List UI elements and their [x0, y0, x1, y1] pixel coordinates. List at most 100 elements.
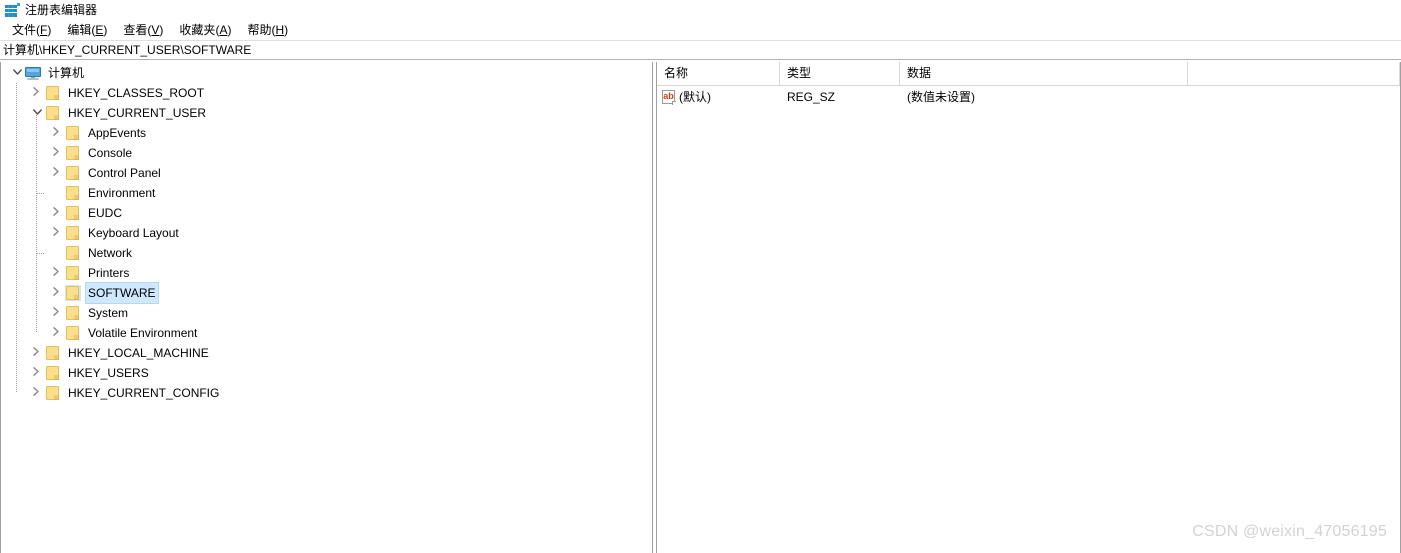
column-header-label: 数据: [907, 66, 932, 80]
tree-item-label: HKEY_USERS: [68, 366, 149, 380]
chevron-right-icon[interactable]: [29, 383, 45, 403]
tree-item-console[interactable]: Console: [1, 143, 652, 163]
window-title: 注册表编辑器: [25, 3, 98, 17]
tree-item-hkey-current-config[interactable]: HKEY_CURRENT_CONFIG: [1, 383, 652, 403]
tree-item-label: Environment: [88, 186, 156, 200]
menu-item-4[interactable]: 收藏夹(A): [171, 20, 239, 40]
value-name-label: (默认): [679, 90, 711, 104]
tree-leaf-spacer: [49, 243, 65, 263]
tree-item-eudc[interactable]: EUDC: [1, 203, 652, 223]
tree-item-label: Keyboard Layout: [88, 226, 179, 240]
tree-connector-line: [37, 193, 44, 194]
tree-item-label: AppEvents: [88, 126, 147, 140]
folder-icon: [65, 245, 81, 261]
tree-item-hkey-classes-root[interactable]: HKEY_CLASSES_ROOT: [1, 83, 652, 103]
chevron-right-icon[interactable]: [49, 223, 65, 243]
tree-item-label: Control Panel: [88, 166, 161, 180]
folder-icon: [65, 125, 81, 141]
tree-item-volatile-environment[interactable]: Volatile Environment: [1, 323, 652, 343]
value-row[interactable]: ab (默认) REG_SZ (数值未设置): [657, 86, 1400, 108]
tree-item-keyboard-layout[interactable]: Keyboard Layout: [1, 223, 652, 243]
menu-item-1[interactable]: 文件(F): [4, 20, 59, 40]
column-header-3[interactable]: 数据: [900, 62, 1188, 85]
menu-item-accelerator: V: [151, 23, 160, 37]
column-header-1[interactable]: 名称: [657, 62, 780, 85]
tree-item-label: System: [88, 306, 129, 320]
menu-item-accelerator: A: [219, 23, 228, 37]
chevron-right-icon[interactable]: [49, 123, 65, 143]
folder-icon: [65, 225, 81, 241]
tree-item-label: HKEY_CURRENT_CONFIG: [68, 386, 220, 400]
folder-icon: [65, 145, 81, 161]
registry-values-pane: 名称 类型 数据 ab (默认) REG_SZ (数值未设置): [656, 62, 1401, 553]
chevron-right-icon[interactable]: [49, 283, 65, 303]
chevron-right-icon[interactable]: [29, 83, 45, 103]
tree-item-label: EUDC: [88, 206, 123, 220]
folder-icon: [65, 205, 81, 221]
tree-connector-line: [36, 115, 37, 333]
tree-item-control-panel[interactable]: Control Panel: [1, 163, 652, 183]
address-path[interactable]: 计算机\HKEY_CURRENT_USER\SOFTWARE: [3, 40, 251, 60]
column-header-label: 名称: [664, 66, 689, 80]
registry-tree-pane: 计算机 HKEY_CLASSES_ROOT HKEY_CURRENT_USER App…: [0, 62, 653, 553]
registry-tree: 计算机 HKEY_CLASSES_ROOT HKEY_CURRENT_USER App…: [1, 62, 652, 403]
tree-item-network[interactable]: Network: [1, 243, 652, 263]
menu-item-label: 文件: [12, 23, 37, 37]
tree-item-system[interactable]: System: [1, 303, 652, 323]
string-value-icon: ab: [662, 89, 676, 105]
menu-item-3[interactable]: 查看(V): [115, 20, 171, 40]
address-bar[interactable]: 计算机\HKEY_CURRENT_USER\SOFTWARE: [0, 40, 1401, 60]
folder-icon: [65, 265, 81, 281]
tree-item-label: Network: [88, 246, 133, 260]
menu-item-5[interactable]: 帮助(H): [239, 20, 296, 40]
tree-item-hkey-local-machine[interactable]: HKEY_LOCAL_MACHINE: [1, 343, 652, 363]
content-panes: 计算机 HKEY_CLASSES_ROOT HKEY_CURRENT_USER App…: [0, 62, 1401, 553]
chevron-down-icon[interactable]: [9, 63, 25, 83]
chevron-right-icon[interactable]: [49, 263, 65, 283]
menu-item-2[interactable]: 编辑(E): [59, 20, 115, 40]
title-bar: 注册表编辑器: [0, 0, 1401, 20]
folder-icon: [65, 285, 81, 301]
menu-bar: 文件(F) 编辑(E) 查看(V) 收藏夹(A) 帮助(H): [0, 20, 1401, 40]
tree-item-software[interactable]: SOFTWARE: [1, 282, 652, 304]
tree-item-label: SOFTWARE: [85, 282, 159, 304]
tree-leaf-spacer: [49, 183, 65, 203]
registry-editor-window: 注册表编辑器 文件(F) 编辑(E) 查看(V) 收藏夹(A) 帮助(H) 计算机\HK…: [0, 0, 1401, 553]
tree-item-printers[interactable]: Printers: [1, 263, 652, 283]
menu-item-accelerator: H: [275, 23, 285, 37]
column-header-label: 类型: [787, 66, 812, 80]
tree-item-appevents[interactable]: AppEvents: [1, 123, 652, 143]
tree-item-label: Console: [88, 146, 133, 160]
tree-item-label: 计算机: [48, 66, 85, 80]
tree-item-label: Volatile Environment: [88, 326, 198, 340]
column-header-2[interactable]: 类型: [780, 62, 900, 85]
tree-item-label: HKEY_CURRENT_USER: [68, 106, 207, 120]
menu-item-label: 帮助: [247, 23, 272, 37]
tree-item-hkey-users[interactable]: HKEY_USERS: [1, 363, 652, 383]
tree-item-[interactable]: 计算机: [1, 63, 652, 83]
list-column-header: 名称 类型 数据: [657, 62, 1400, 86]
menu-item-label: 收藏夹: [179, 23, 216, 37]
tree-item-label: HKEY_LOCAL_MACHINE: [68, 346, 209, 360]
folder-icon: [45, 345, 61, 361]
chevron-right-icon[interactable]: [49, 323, 65, 343]
folder-icon: [45, 105, 61, 121]
folder-icon: [65, 305, 81, 321]
chevron-right-icon[interactable]: [49, 303, 65, 323]
menu-item-label: 编辑: [67, 23, 92, 37]
chevron-right-icon[interactable]: [29, 363, 45, 383]
tree-item-environment[interactable]: Environment: [1, 183, 652, 203]
chevron-down-icon[interactable]: [29, 103, 45, 123]
chevron-right-icon[interactable]: [49, 203, 65, 223]
folder-icon: [65, 325, 81, 341]
menu-item-accelerator: F: [40, 23, 48, 37]
folder-icon: [65, 185, 81, 201]
chevron-right-icon[interactable]: [29, 343, 45, 363]
menu-item-accelerator: E: [95, 23, 104, 37]
tree-item-hkey-current-user[interactable]: HKEY_CURRENT_USER: [1, 103, 652, 123]
chevron-right-icon[interactable]: [49, 163, 65, 183]
folder-icon: [45, 365, 61, 381]
chevron-right-icon[interactable]: [49, 143, 65, 163]
menu-item-label: 查看: [123, 23, 148, 37]
folder-icon: [45, 385, 61, 401]
